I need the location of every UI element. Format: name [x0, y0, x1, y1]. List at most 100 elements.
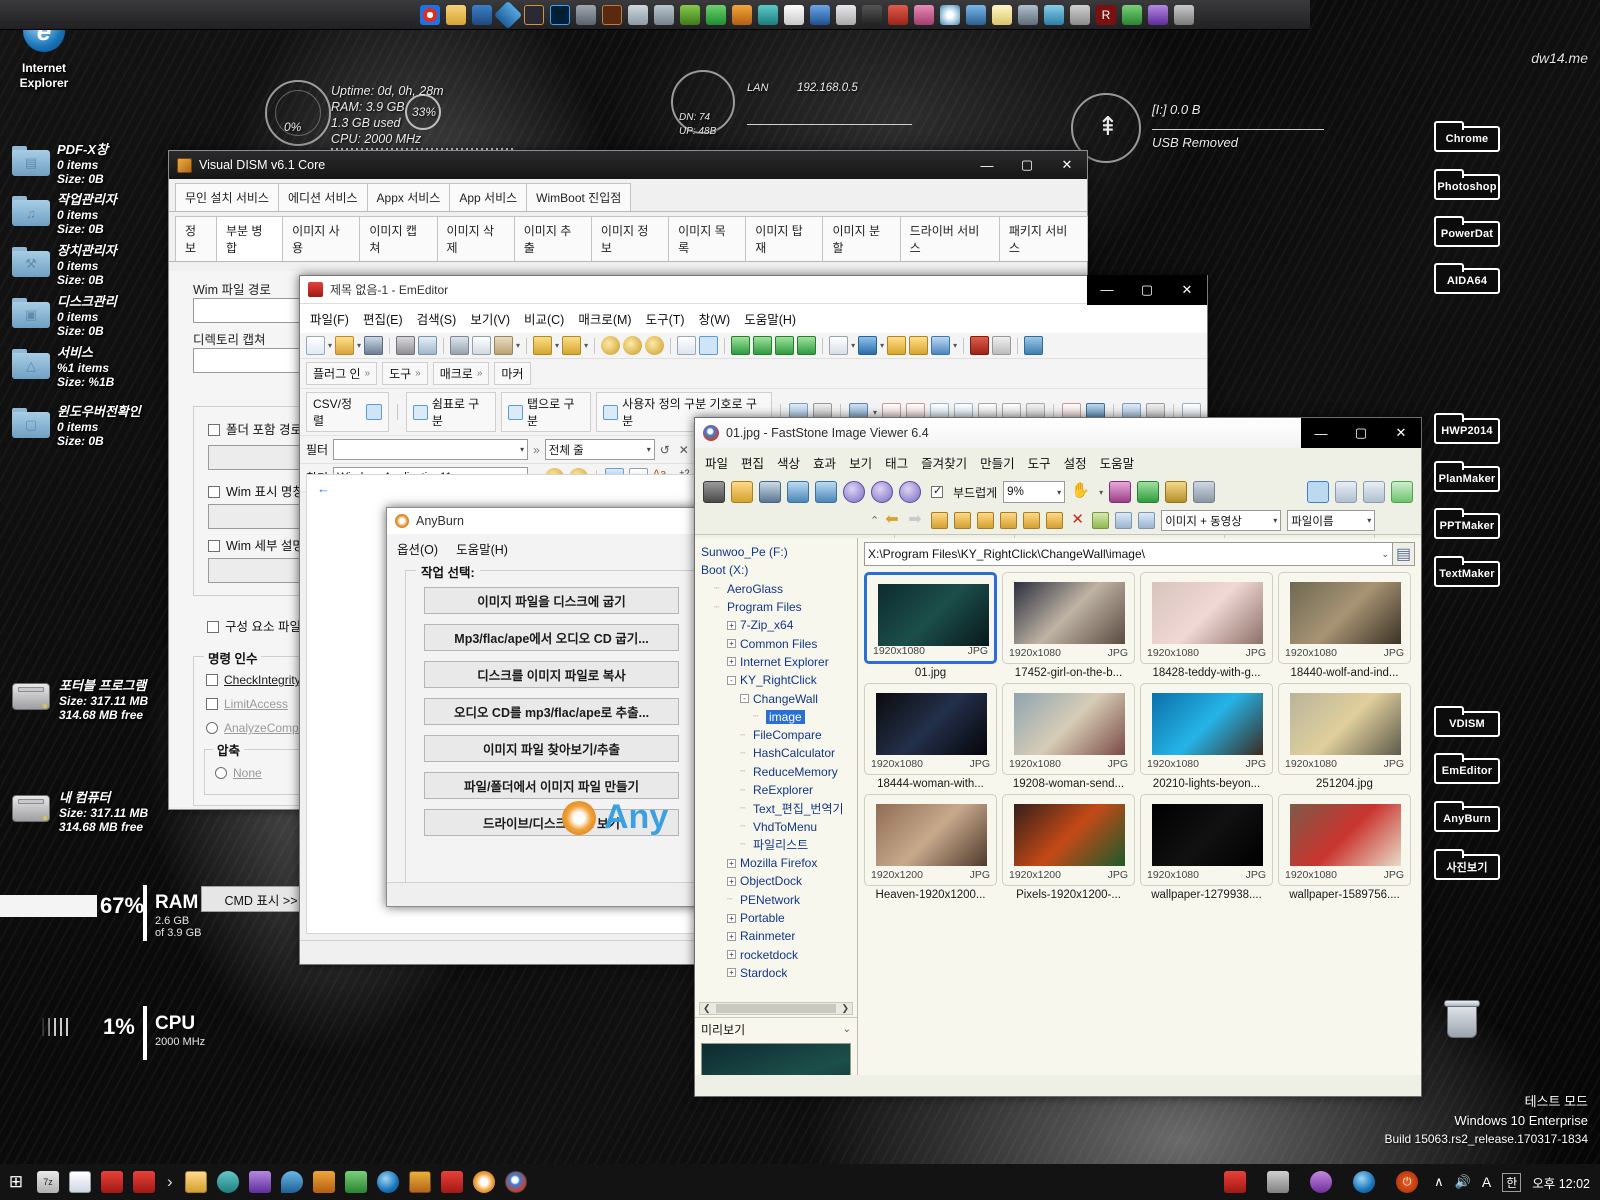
desktop-icon-6[interactable]: ▢ 윈도우버전확인 0 items Size: 0B — [12, 404, 141, 449]
thumbnail-cell-10[interactable]: 1920x1080 JPG wallpaper-1279938.... — [1140, 794, 1273, 901]
window-faststone-image-viewer[interactable]: 01.jpg - FastStone Image Viewer 6.4 — ▢ … — [694, 417, 1422, 1097]
emeditor-menubar[interactable]: 파일(F) 편집(E) 검색(S) 보기(V) 비교(C) 매크로(M) 도구(T) 창(W)… — [300, 304, 1207, 333]
vdism-tab-5[interactable]: 이미지 추출 — [513, 216, 592, 261]
faststone-menu-8[interactable]: 도구 — [1028, 453, 1051, 472]
tray-icon-gray[interactable] — [1267, 1171, 1290, 1193]
anyburn-menu-1[interactable]: 도움말(H) — [456, 539, 508, 558]
tree-node-3[interactable]: ┄ Program Files — [701, 598, 855, 616]
macro-select-icon[interactable] — [931, 336, 951, 355]
taskbar-icon-notepad[interactable] — [69, 1171, 91, 1193]
vdism-arg-0[interactable]: CheckIntegrity — [206, 671, 301, 689]
clear-filter-icon[interactable]: ✕ — [679, 443, 693, 457]
tree-node-0[interactable]: Sunwoo_Pe (F:) — [701, 543, 855, 561]
ql-icon-red[interactable] — [888, 4, 908, 25]
ql-icon-pink[interactable] — [914, 4, 934, 25]
emeditor-toolbar-chip-1[interactable]: 도구» — [382, 362, 428, 385]
emeditor-plugin-bar[interactable]: 플러그 인» 도구» 매크로» 마커 — [300, 359, 1207, 389]
desktop-icon-2[interactable]: ♫ 작업관리자 0 items Size: 0B — [12, 192, 117, 237]
chevron-down-icon-2[interactable]: ▾ — [647, 445, 651, 454]
path-go-icon[interactable]: ▤ — [1393, 542, 1415, 566]
maximize-icon[interactable]: ▢ — [1007, 150, 1047, 180]
thumbnail-cell-7[interactable]: 1920x1080 JPG 251204.jpg — [1278, 683, 1411, 790]
folder-tree-list[interactable]: Sunwoo_Pe (F:) Boot (X:) ┄ AeroGlass ┄ Progra… — [695, 538, 857, 1000]
chevron-down-icon[interactable]: ▾ — [1057, 488, 1061, 497]
tree-node-5[interactable]: + Common Files — [701, 634, 855, 652]
thumbnail-cell-4[interactable]: 1920x1080 JPG 18444-woman-with... — [864, 683, 997, 790]
dock-button-anyburn[interactable]: AnyBurn — [1434, 801, 1500, 832]
view-details-icon[interactable] — [1335, 481, 1357, 503]
find-next-icon[interactable] — [623, 336, 643, 355]
emeditor-menu-2[interactable]: 검색(S) — [417, 309, 457, 328]
anyburn-menu-0[interactable]: 옵션(O) — [397, 539, 438, 558]
ql-icon-r[interactable]: R — [1096, 4, 1116, 25]
tree-expander-icon[interactable]: - — [727, 675, 736, 685]
dock-button-powerdat[interactable]: PowerDat — [1434, 216, 1500, 247]
filter-icon[interactable] — [699, 336, 719, 355]
ql-icon-chrome[interactable] — [420, 4, 440, 25]
thumbnail-box[interactable]: 1920x1080 JPG — [1002, 572, 1135, 664]
dock-button-pptmaker[interactable]: PPTMaker — [1434, 508, 1500, 539]
tree-node-12[interactable]: ┄ ReduceMemory — [701, 763, 855, 781]
taskbar-icon-7zip[interactable]: 7z — [37, 1171, 59, 1193]
sort-select[interactable]: 파일이름 ▾ — [1287, 510, 1376, 531]
tree-node-11[interactable]: ┄ HashCalculator — [701, 744, 855, 762]
cut-icon[interactable] — [450, 336, 470, 355]
minimize-icon[interactable]: — — [967, 150, 1007, 180]
preview-header[interactable]: 미리보기 ⌄ — [695, 1017, 857, 1041]
tree-node-21[interactable]: + Rainmeter — [701, 927, 855, 945]
tree-expander-icon[interactable]: + — [727, 968, 736, 978]
taskbar-icon-faststone[interactable] — [504, 1171, 527, 1193]
back-icon[interactable]: ⬅ — [885, 512, 902, 529]
faststone-menu-9[interactable]: 설정 — [1064, 453, 1087, 472]
emeditor-menu-8[interactable]: 도움말(H) — [744, 309, 796, 328]
scroll-right-icon[interactable]: ❯ — [838, 1003, 852, 1014]
thumbnail-cell-11[interactable]: 1920x1080 JPG wallpaper-1589756.... — [1278, 794, 1411, 901]
thumbnail-cell-0[interactable]: 1920x1080 JPG 01.jpg — [864, 572, 997, 679]
tree-hscrollbar[interactable]: ❮ ❯ — [699, 1002, 853, 1015]
thumbnail-grid[interactable]: 1920x1080 JPG 01.jpg 1920x1080 JPG 17452-girl… — [864, 572, 1415, 1071]
vdism-tab-3[interactable]: 이미지 캡쳐 — [359, 216, 438, 261]
tree-node-8[interactable]: - ChangeWall — [701, 689, 855, 707]
ql-icon-dark[interactable] — [862, 4, 882, 25]
desktop-icon-5[interactable]: △ 서비스 %1 items Size: %1B — [12, 345, 114, 390]
faststone-menu-4[interactable]: 보기 — [849, 453, 872, 472]
dock-button-vdism[interactable]: VDISM — [1434, 706, 1500, 737]
thumbnail-cell-6[interactable]: 1920x1080 JPG 20210-lights-beyon... — [1140, 683, 1273, 790]
list-view-icon[interactable] — [1115, 512, 1133, 529]
ql-icon-doc[interactable] — [784, 4, 804, 25]
vdism-tab-9[interactable]: 이미지 분할 — [822, 216, 901, 261]
tree-node-16[interactable]: ┄ 파일리스트 — [701, 836, 855, 854]
print-preview-icon[interactable] — [418, 336, 438, 355]
ql-icon-photoshop[interactable] — [550, 4, 570, 25]
vdism-tab-2[interactable]: 이미지 사용 — [282, 216, 361, 261]
tree-node-18[interactable]: + ObjectDock — [701, 872, 855, 890]
faststone-titlebar[interactable]: 01.jpg - FastStone Image Viewer 6.4 — ▢ … — [695, 418, 1421, 448]
taskbar-icon-purple[interactable] — [248, 1171, 271, 1193]
taskbar-icon-ie[interactable] — [376, 1171, 399, 1193]
copy-to-icon[interactable] — [1023, 512, 1041, 529]
taskbar-icon-anyburn[interactable] — [472, 1171, 495, 1193]
anyburn-task-button-1[interactable]: Mp3/flac/ape에서 오디오 CD 굽기... — [424, 624, 679, 651]
find-icon[interactable] — [601, 336, 621, 355]
dock-button-hwp2014[interactable]: HWP2014 — [1434, 413, 1500, 444]
vdism-tab-11[interactable]: 패키지 서비스 — [998, 216, 1088, 261]
dock-button-emeditor[interactable]: EmEditor — [1434, 753, 1500, 784]
emeditor-toolbar-chip-3[interactable]: 마커 — [494, 362, 531, 385]
ql-icon-paint[interactable] — [680, 4, 700, 25]
tree-expander-icon[interactable]: - — [740, 694, 749, 704]
taskbar-icon-orange[interactable] — [312, 1171, 335, 1193]
vdism-top-tab-3[interactable]: App 서비스 — [449, 183, 528, 211]
maximize-icon[interactable]: ▢ — [1341, 418, 1381, 448]
maximize-icon[interactable]: ▢ — [1127, 274, 1167, 305]
vdism-chk-wim-desc-row[interactable]: Wim 세부 설명 — [208, 535, 304, 554]
find-prev-icon[interactable] — [645, 336, 665, 355]
dock-button--[interactable]: 사진보기 — [1434, 849, 1500, 880]
anyburn-task-button-0[interactable]: 이미지 파일을 디스크에 굽기 — [424, 587, 679, 614]
emeditor-toolbar-chip-2[interactable]: 매크로 » — [432, 362, 490, 385]
checkbox-checkintegrity[interactable] — [206, 674, 218, 686]
crop-icon[interactable] — [1165, 481, 1188, 503]
tree-node-7[interactable]: - KY_RightClick — [701, 671, 855, 689]
emeditor-menu-5[interactable]: 매크로(M) — [578, 309, 631, 328]
taskbar[interactable]: ⊞ 7z › ⏻ ∧ 🔊 A 한 오후 12:02 — [0, 1164, 1600, 1200]
close-icon[interactable]: ✕ — [1381, 418, 1421, 448]
